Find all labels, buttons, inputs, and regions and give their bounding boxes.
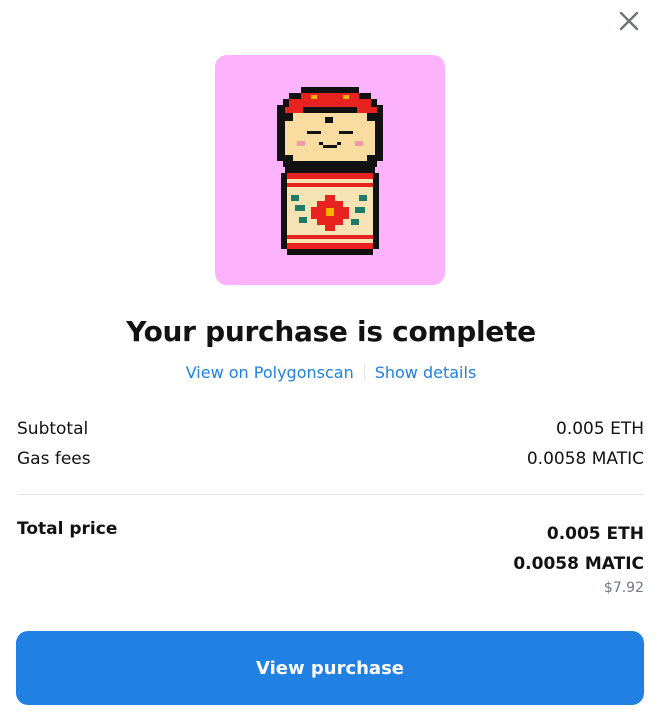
total-price-label: Total price — [17, 519, 118, 539]
gas-fees-label: Gas fees — [17, 449, 91, 469]
total-matic-value: 0.0058 MATIC — [513, 554, 644, 574]
show-details-link[interactable]: Show details — [375, 363, 477, 382]
close-icon — [619, 11, 639, 31]
page-title: Your purchase is complete — [126, 315, 536, 348]
total-price-values: 0.005 ETH 0.0058 MATIC $7.92 — [513, 519, 644, 596]
view-purchase-button[interactable]: View purchase — [16, 631, 644, 705]
view-on-polygonscan-link[interactable]: View on Polygonscan — [186, 363, 354, 382]
purchase-complete-dialog: Your purchase is complete View on Polygo… — [0, 0, 662, 720]
total-usd-value: $7.92 — [603, 580, 644, 596]
transaction-links: View on Polygonscan Show details — [0, 362, 662, 382]
close-button[interactable] — [618, 10, 640, 32]
subtotal-value: 0.005 ETH — [556, 419, 644, 439]
kokeshi-doll-artwork — [277, 87, 383, 255]
link-divider — [363, 362, 365, 382]
total-eth-value: 0.005 ETH — [546, 524, 644, 544]
gas-fees-value: 0.0058 MATIC — [526, 449, 644, 469]
gas-fees-row: Gas fees 0.0058 MATIC — [17, 449, 644, 469]
subtotal-label: Subtotal — [17, 419, 89, 439]
nft-image — [215, 55, 445, 285]
price-divider — [17, 494, 644, 495]
subtotal-row: Subtotal 0.005 ETH — [17, 419, 644, 439]
